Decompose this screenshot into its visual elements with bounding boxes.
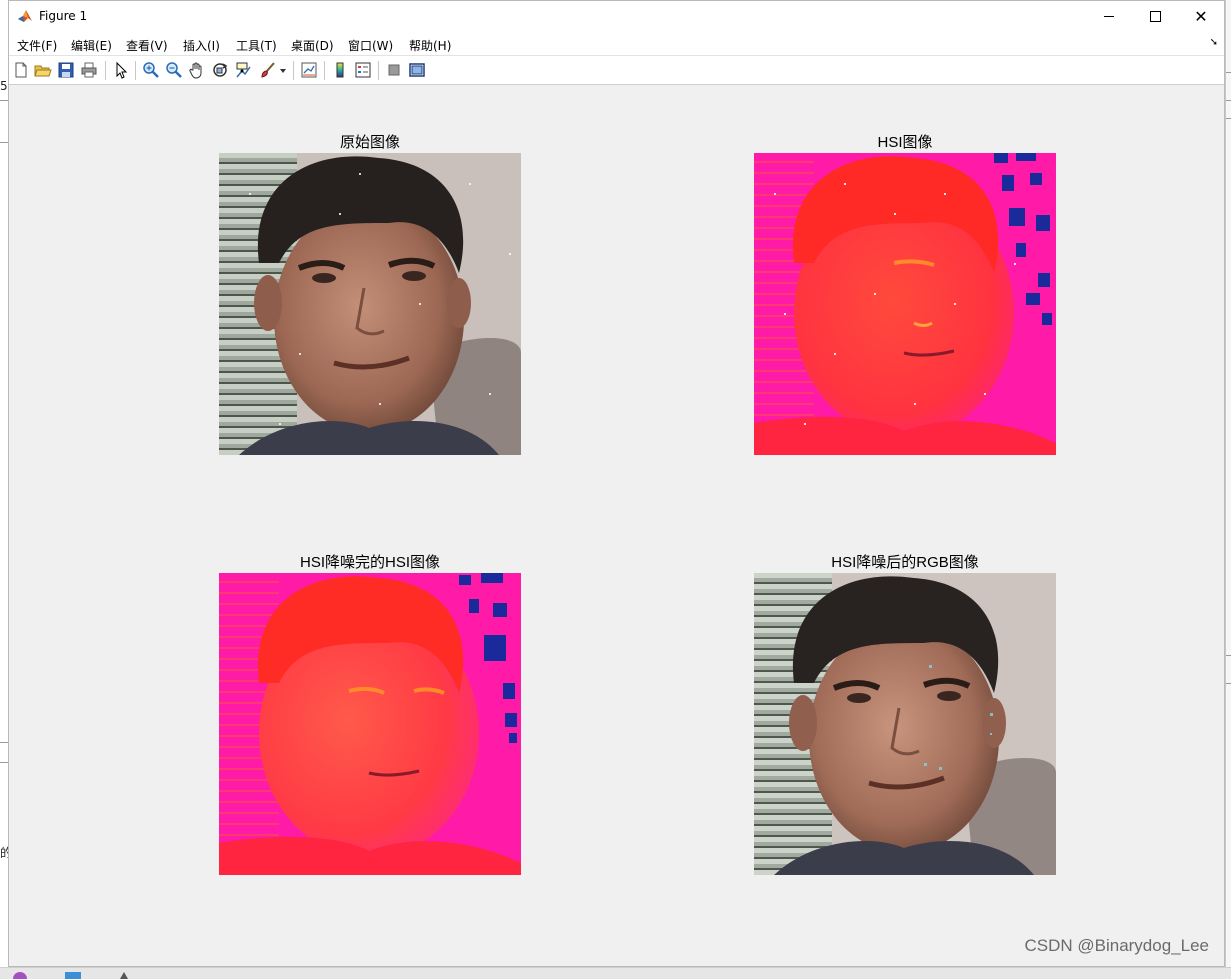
figure-window: Figure 1 ✕ 文件(F) 编辑(E) 查看(V) 插入(I) 工具(T)… xyxy=(8,0,1225,967)
maximize-button[interactable] xyxy=(1132,1,1178,32)
brush-icon[interactable] xyxy=(259,61,277,79)
print-icon[interactable] xyxy=(80,61,98,79)
new-figure-icon[interactable] xyxy=(12,61,30,79)
taskbar-app-icon[interactable] xyxy=(118,971,130,979)
rotate-3d-icon[interactable] xyxy=(211,61,229,79)
close-icon: ✕ xyxy=(1194,6,1208,26)
hsi-image xyxy=(754,153,1056,455)
taskbar xyxy=(0,967,1231,979)
toolbar-separator xyxy=(293,61,294,80)
figure-canvas: 原始图像 HSI图像 HSI降噪完的HSI图像 HSI降噪后的RGB图像 CSD… xyxy=(9,85,1224,966)
zoom-out-icon[interactable] xyxy=(165,61,183,79)
taskbar-app-icon[interactable] xyxy=(12,971,28,979)
subplot-title-original: 原始图像 xyxy=(339,134,400,151)
hsi-denoised-hsi xyxy=(219,573,521,875)
menu-help[interactable]: 帮助(H) xyxy=(409,37,451,54)
link-plot-icon[interactable] xyxy=(300,61,318,79)
menu-desktop[interactable]: 桌面(D) xyxy=(291,37,334,54)
menu-insert[interactable]: 插入(I) xyxy=(183,37,220,54)
watermark: CSDN @Binarydog_Lee xyxy=(1024,936,1209,955)
image-hsi-denoised[interactable] xyxy=(219,573,521,875)
background-window-left: 58 的 xyxy=(0,0,8,979)
image-original[interactable] xyxy=(219,153,521,455)
menu-bar: 文件(F) 编辑(E) 查看(V) 插入(I) 工具(T) 桌面(D) 窗口(W… xyxy=(9,32,1224,56)
subplot-title-rgb: HSI降噪后的RGB图像 xyxy=(831,554,979,571)
toolbar-separator xyxy=(105,61,106,80)
image-denoised-rgb[interactable] xyxy=(754,573,1056,875)
menu-file[interactable]: 文件(F) xyxy=(17,37,57,54)
insert-colorbar-icon[interactable] xyxy=(331,61,349,79)
background-text: 58 xyxy=(0,79,8,93)
toolbar-separator xyxy=(324,61,325,80)
maximize-icon xyxy=(1149,11,1161,22)
menu-window[interactable]: 窗口(W) xyxy=(348,37,393,54)
menu-edit[interactable]: 编辑(E) xyxy=(71,37,112,54)
zoom-in-icon[interactable] xyxy=(142,61,160,79)
toolbar-separator xyxy=(378,61,379,80)
title-bar[interactable]: Figure 1 ✕ xyxy=(9,1,1224,32)
minimize-icon xyxy=(1104,16,1114,17)
edit-plot-arrow-icon[interactable] xyxy=(112,61,130,79)
menu-tools[interactable]: 工具(T) xyxy=(236,37,277,54)
menu-view[interactable]: 查看(V) xyxy=(126,37,168,54)
open-file-icon[interactable] xyxy=(34,61,52,79)
background-window-right xyxy=(1225,0,1231,979)
close-button[interactable]: ✕ xyxy=(1178,1,1224,32)
image-hsi[interactable] xyxy=(754,153,1056,455)
brush-dropdown-icon[interactable] xyxy=(279,61,287,79)
subplot-title-hsi-denoised: HSI降噪完的HSI图像 xyxy=(299,554,440,571)
subplot-title-hsi: HSI图像 xyxy=(877,134,933,151)
minimize-button[interactable] xyxy=(1086,1,1132,32)
show-plot-tools-icon[interactable] xyxy=(408,61,426,79)
taskbar-app-icon[interactable] xyxy=(64,971,82,979)
insert-legend-icon[interactable] xyxy=(354,61,372,79)
figure-toolbar xyxy=(9,56,1224,85)
window-title: Figure 1 xyxy=(39,9,88,23)
background-text: 的 xyxy=(0,846,8,860)
dock-arrow-icon[interactable]: ➘ xyxy=(1210,37,1218,48)
denoised-rgb-photo xyxy=(754,573,1056,875)
save-icon[interactable] xyxy=(57,61,75,79)
toolbar-separator xyxy=(135,61,136,80)
pan-hand-icon[interactable] xyxy=(188,61,206,79)
original-photo xyxy=(219,153,521,455)
data-cursor-icon[interactable] xyxy=(234,61,252,79)
matlab-logo-icon xyxy=(17,8,33,24)
hide-plot-tools-icon[interactable] xyxy=(385,61,403,79)
